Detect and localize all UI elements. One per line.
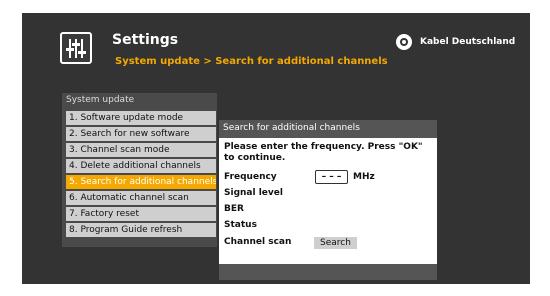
channel-scan-label: Channel scan [224, 237, 292, 247]
status-label: Status [224, 220, 257, 230]
menu-item-automatic-channel-scan[interactable]: 6. Automatic channel scan [66, 191, 216, 205]
ber-label: BER [224, 204, 244, 214]
dialog-title: Search for additional channels [223, 123, 360, 133]
tv-screen: Settings System update > Search for addi… [22, 13, 530, 284]
search-button[interactable]: Search [314, 237, 357, 249]
frequency-label: Frequency [224, 172, 277, 182]
page-title: Settings [112, 32, 179, 48]
brand: Kabel Deutschland [396, 34, 515, 50]
menu-item-search-new-software[interactable]: 2. Search for new software [66, 127, 216, 141]
brand-name: Kabel Deutschland [420, 37, 516, 47]
instructions-text: Please enter the frequency. Press "OK" t… [224, 142, 423, 163]
kabel-deutschland-logo-icon [396, 34, 412, 50]
breadcrumb: System update > Search for additional ch… [115, 56, 388, 67]
menu-item-software-update-mode[interactable]: 1. Software update mode [66, 111, 216, 125]
menu-title: System update [66, 95, 135, 105]
menu-item-delete-additional-channels[interactable]: 4. Delete additional channels [66, 159, 216, 173]
settings-sliders-icon [60, 32, 92, 64]
signal-level-label: Signal level [224, 188, 283, 198]
system-update-menu: System update 1. Software update mode 2.… [62, 93, 217, 247]
frequency-input[interactable]: – – – [315, 170, 348, 184]
dialog-body: Please enter the frequency. Press "OK" t… [219, 138, 437, 264]
frequency-unit: MHz [353, 172, 375, 182]
menu-list: 1. Software update mode 2. Search for ne… [66, 111, 216, 239]
menu-item-channel-scan-mode[interactable]: 3. Channel scan mode [66, 143, 216, 157]
menu-item-program-guide-refresh[interactable]: 8. Program Guide refresh [66, 223, 216, 237]
search-channels-dialog: Search for additional channels Please en… [219, 120, 437, 280]
header: Settings System update > Search for addi… [22, 13, 530, 73]
menu-item-factory-reset[interactable]: 7. Factory reset [66, 207, 216, 221]
menu-item-search-additional-channels[interactable]: 5. Search for additional channels [66, 175, 216, 189]
